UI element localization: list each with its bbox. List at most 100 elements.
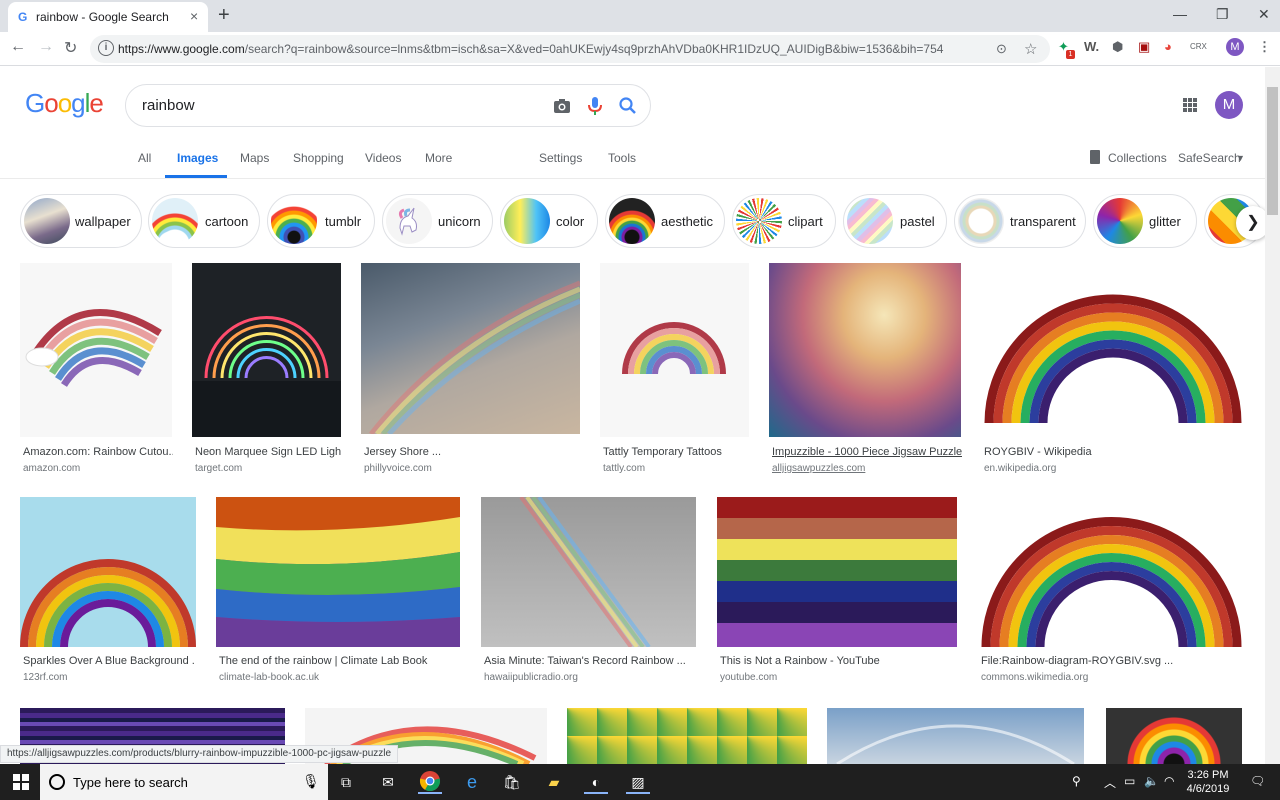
collections-icon[interactable]: [1090, 150, 1100, 164]
image-result[interactable]: [567, 708, 807, 764]
result-source[interactable]: phillyvoice.com: [364, 463, 432, 474]
taskbar-search[interactable]: Type here to search 🎙: [40, 764, 328, 800]
result-caption[interactable]: File:Rainbow-diagram-ROYGBIV.svg ...: [981, 655, 1244, 667]
tab-videos[interactable]: Videos: [365, 151, 401, 165]
result-thumbnail[interactable]: [600, 263, 749, 437]
search-icon[interactable]: [618, 96, 638, 116]
chip-unicorn[interactable]: unicorn: [382, 194, 493, 248]
google-logo[interactable]: Google: [25, 88, 104, 119]
chip-glitter[interactable]: glitter: [1093, 194, 1197, 248]
settings-link[interactable]: Settings: [539, 151, 582, 165]
site-info-icon[interactable]: i: [98, 40, 114, 56]
image-result[interactable]: Sparkles Over A Blue Background ... 123r…: [20, 497, 196, 690]
result-caption[interactable]: Asia Minute: Taiwan's Record Rainbow ...: [484, 655, 695, 667]
result-source[interactable]: alljigsawpuzzles.com: [772, 463, 865, 474]
microphone-icon[interactable]: [586, 96, 604, 116]
bookmark-star-icon[interactable]: ☆: [1024, 40, 1037, 58]
result-caption[interactable]: The end of the rainbow | Climate Lab Boo…: [219, 655, 459, 667]
chip-aesthetic[interactable]: aesthetic: [605, 194, 725, 248]
tab-more[interactable]: More: [425, 151, 452, 165]
result-caption[interactable]: ROYGBIV - Wikipedia: [984, 446, 1246, 458]
image-result[interactable]: Impuzzible - 1000 Piece Jigsaw Puzzle al…: [769, 263, 962, 478]
chip-pastel[interactable]: pastel: [843, 194, 947, 248]
image-result[interactable]: Amazon.com: Rainbow Cutou... amazon.com: [20, 263, 173, 478]
image-result[interactable]: Tattly Temporary Tattoos tattly.com: [600, 263, 749, 478]
back-icon[interactable]: ←: [10, 38, 26, 56]
image-result[interactable]: [1106, 708, 1242, 764]
address-bar[interactable]: i https://www.google.com/search?q=rainbo…: [90, 35, 1050, 63]
result-source[interactable]: target.com: [195, 463, 242, 474]
tab-images[interactable]: Images: [177, 151, 218, 165]
chip-transparent[interactable]: transparent: [954, 194, 1086, 248]
result-caption[interactable]: Tattly Temporary Tattoos: [603, 446, 750, 458]
result-thumbnail[interactable]: [20, 497, 196, 647]
result-caption[interactable]: Impuzzible - 1000 Piece Jigsaw Puzzle: [772, 446, 962, 458]
battery-icon[interactable]: ▭: [1124, 774, 1135, 788]
result-caption[interactable]: Sparkles Over A Blue Background ...: [23, 655, 195, 667]
store-icon[interactable]: 🛍: [500, 770, 524, 794]
windows-start-icon[interactable]: [13, 774, 29, 790]
minimize-icon[interactable]: —: [1173, 6, 1187, 22]
result-thumbnail[interactable]: [567, 708, 807, 764]
paint-icon[interactable]: ▨: [626, 770, 650, 794]
result-thumbnail[interactable]: [717, 497, 957, 647]
eclipse-icon[interactable]: ◐: [584, 770, 608, 794]
result-source[interactable]: hawaiipublicradio.org: [484, 672, 578, 683]
location-target-icon[interactable]: ⊙: [996, 41, 1007, 57]
tab-shopping[interactable]: Shopping: [293, 151, 344, 165]
image-result[interactable]: This is Not a Rainbow - YouTube youtube.…: [717, 497, 957, 690]
result-thumbnail[interactable]: [827, 708, 1084, 764]
tab-close-icon[interactable]: ×: [190, 8, 198, 24]
result-thumbnail[interactable]: [769, 263, 961, 437]
image-result[interactable]: ROYGBIV - Wikipedia en.wikipedia.org: [981, 263, 1245, 478]
result-source[interactable]: tattly.com: [603, 463, 645, 474]
image-result[interactable]: [827, 708, 1084, 764]
cortana-icon[interactable]: [49, 774, 65, 790]
scrollbar-thumb[interactable]: [1267, 87, 1278, 215]
result-source[interactable]: youtube.com: [720, 672, 777, 683]
tab-all[interactable]: All: [138, 151, 151, 165]
tab-maps[interactable]: Maps: [240, 151, 269, 165]
image-result[interactable]: Neon Marquee Sign LED Ligh... target.com: [192, 263, 342, 478]
notifications-icon[interactable]: 🗨: [1250, 774, 1265, 788]
color-extension-icon[interactable]: ◕: [1164, 39, 1172, 54]
w-extension-icon[interactable]: W.: [1084, 39, 1099, 54]
image-result[interactable]: The end of the rainbow | Climate Lab Boo…: [216, 497, 460, 690]
file-explorer-icon[interactable]: ▰: [542, 770, 566, 794]
shield-extension-icon[interactable]: ⬢: [1112, 39, 1123, 55]
chip-cartoon[interactable]: cartoon: [148, 194, 260, 248]
task-view-icon[interactable]: ⧉: [334, 770, 358, 794]
taskbar-mic-icon[interactable]: 🎙: [302, 773, 320, 790]
result-caption[interactable]: Jersey Shore ...: [364, 446, 581, 458]
page-scrollbar[interactable]: [1265, 67, 1280, 764]
people-icon[interactable]: ⚲: [1072, 774, 1081, 788]
new-tab-button[interactable]: +: [218, 4, 230, 27]
volume-icon[interactable]: 🔈: [1144, 774, 1159, 788]
harvard-extension-icon[interactable]: ▣: [1138, 39, 1150, 55]
safesearch-menu[interactable]: SafeSearch: [1178, 151, 1241, 165]
search-input[interactable]: [142, 97, 522, 114]
edge-icon[interactable]: e: [460, 770, 484, 794]
maximize-icon[interactable]: ❐: [1216, 6, 1229, 23]
chip-color[interactable]: color: [500, 194, 598, 248]
result-thumbnail[interactable]: [20, 263, 172, 437]
result-source[interactable]: amazon.com: [23, 463, 80, 474]
result-caption[interactable]: Neon Marquee Sign LED Ligh...: [195, 446, 342, 458]
camera-icon[interactable]: [552, 96, 572, 116]
result-thumbnail[interactable]: [1106, 708, 1242, 764]
account-avatar[interactable]: M: [1215, 91, 1243, 119]
result-thumbnail[interactable]: [192, 263, 341, 437]
taskbar-clock[interactable]: 3:26 PM 4/6/2019: [1180, 768, 1236, 796]
result-thumbnail[interactable]: [361, 263, 580, 434]
result-thumbnail[interactable]: [481, 497, 696, 647]
result-caption[interactable]: Amazon.com: Rainbow Cutou...: [23, 446, 173, 458]
result-source[interactable]: climate-lab-book.ac.uk: [219, 672, 319, 683]
crx-extension-icon[interactable]: CRX: [1190, 42, 1207, 51]
reload-icon[interactable]: ↻: [64, 38, 77, 58]
window-close-icon[interactable]: ✕: [1258, 6, 1270, 23]
safesearch-dropdown-icon[interactable]: ▼: [1236, 153, 1245, 163]
result-thumbnail[interactable]: [978, 497, 1245, 647]
browser-tab[interactable]: G rainbow - Google Search ×: [8, 2, 208, 32]
image-result[interactable]: Jersey Shore ... phillyvoice.com: [361, 263, 580, 478]
result-source[interactable]: 123rf.com: [23, 672, 67, 683]
